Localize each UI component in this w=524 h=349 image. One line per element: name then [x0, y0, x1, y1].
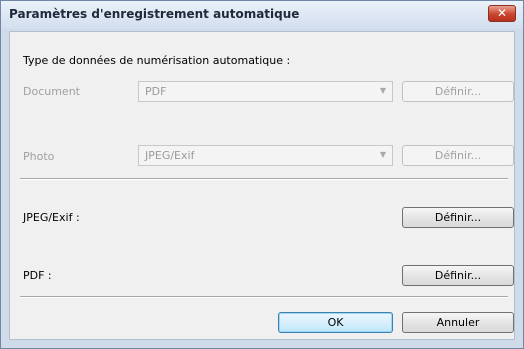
pdf-label: PDF : — [23, 269, 52, 282]
dialog-body: Type de données de numérisation automati… — [9, 31, 515, 340]
jpeg-exif-define-button[interactable]: Définir... — [402, 207, 514, 228]
chevron-down-icon: ▼ — [379, 86, 386, 95]
document-format-select[interactable]: PDF ▼ — [138, 81, 393, 102]
dialog-window: Paramètres d'enregistrement automatique … — [0, 0, 524, 349]
section-heading: Type de données de numérisation automati… — [23, 54, 291, 67]
close-button[interactable]: ✕ — [488, 5, 516, 22]
photo-label: Photo — [23, 150, 55, 163]
document-format-value: PDF — [145, 85, 167, 98]
chevron-down-icon: ▼ — [379, 150, 386, 159]
jpeg-exif-label: JPEG/Exif : — [23, 211, 80, 224]
dialog-title: Paramètres d'enregistrement automatique — [9, 7, 300, 21]
pdf-define-button[interactable]: Définir... — [402, 265, 514, 286]
separator — [20, 178, 508, 180]
separator — [20, 296, 508, 298]
document-label: Document — [23, 85, 80, 98]
photo-format-select[interactable]: JPEG/Exif ▼ — [138, 145, 393, 166]
photo-define-button[interactable]: Définir... — [402, 145, 514, 166]
document-define-button[interactable]: Définir... — [402, 81, 514, 102]
title-bar: Paramètres d'enregistrement automatique … — [1, 1, 523, 29]
cancel-button[interactable]: Annuler — [402, 312, 514, 333]
close-icon: ✕ — [496, 6, 508, 20]
photo-format-value: JPEG/Exif — [145, 149, 195, 162]
ok-button[interactable]: OK — [278, 312, 393, 333]
